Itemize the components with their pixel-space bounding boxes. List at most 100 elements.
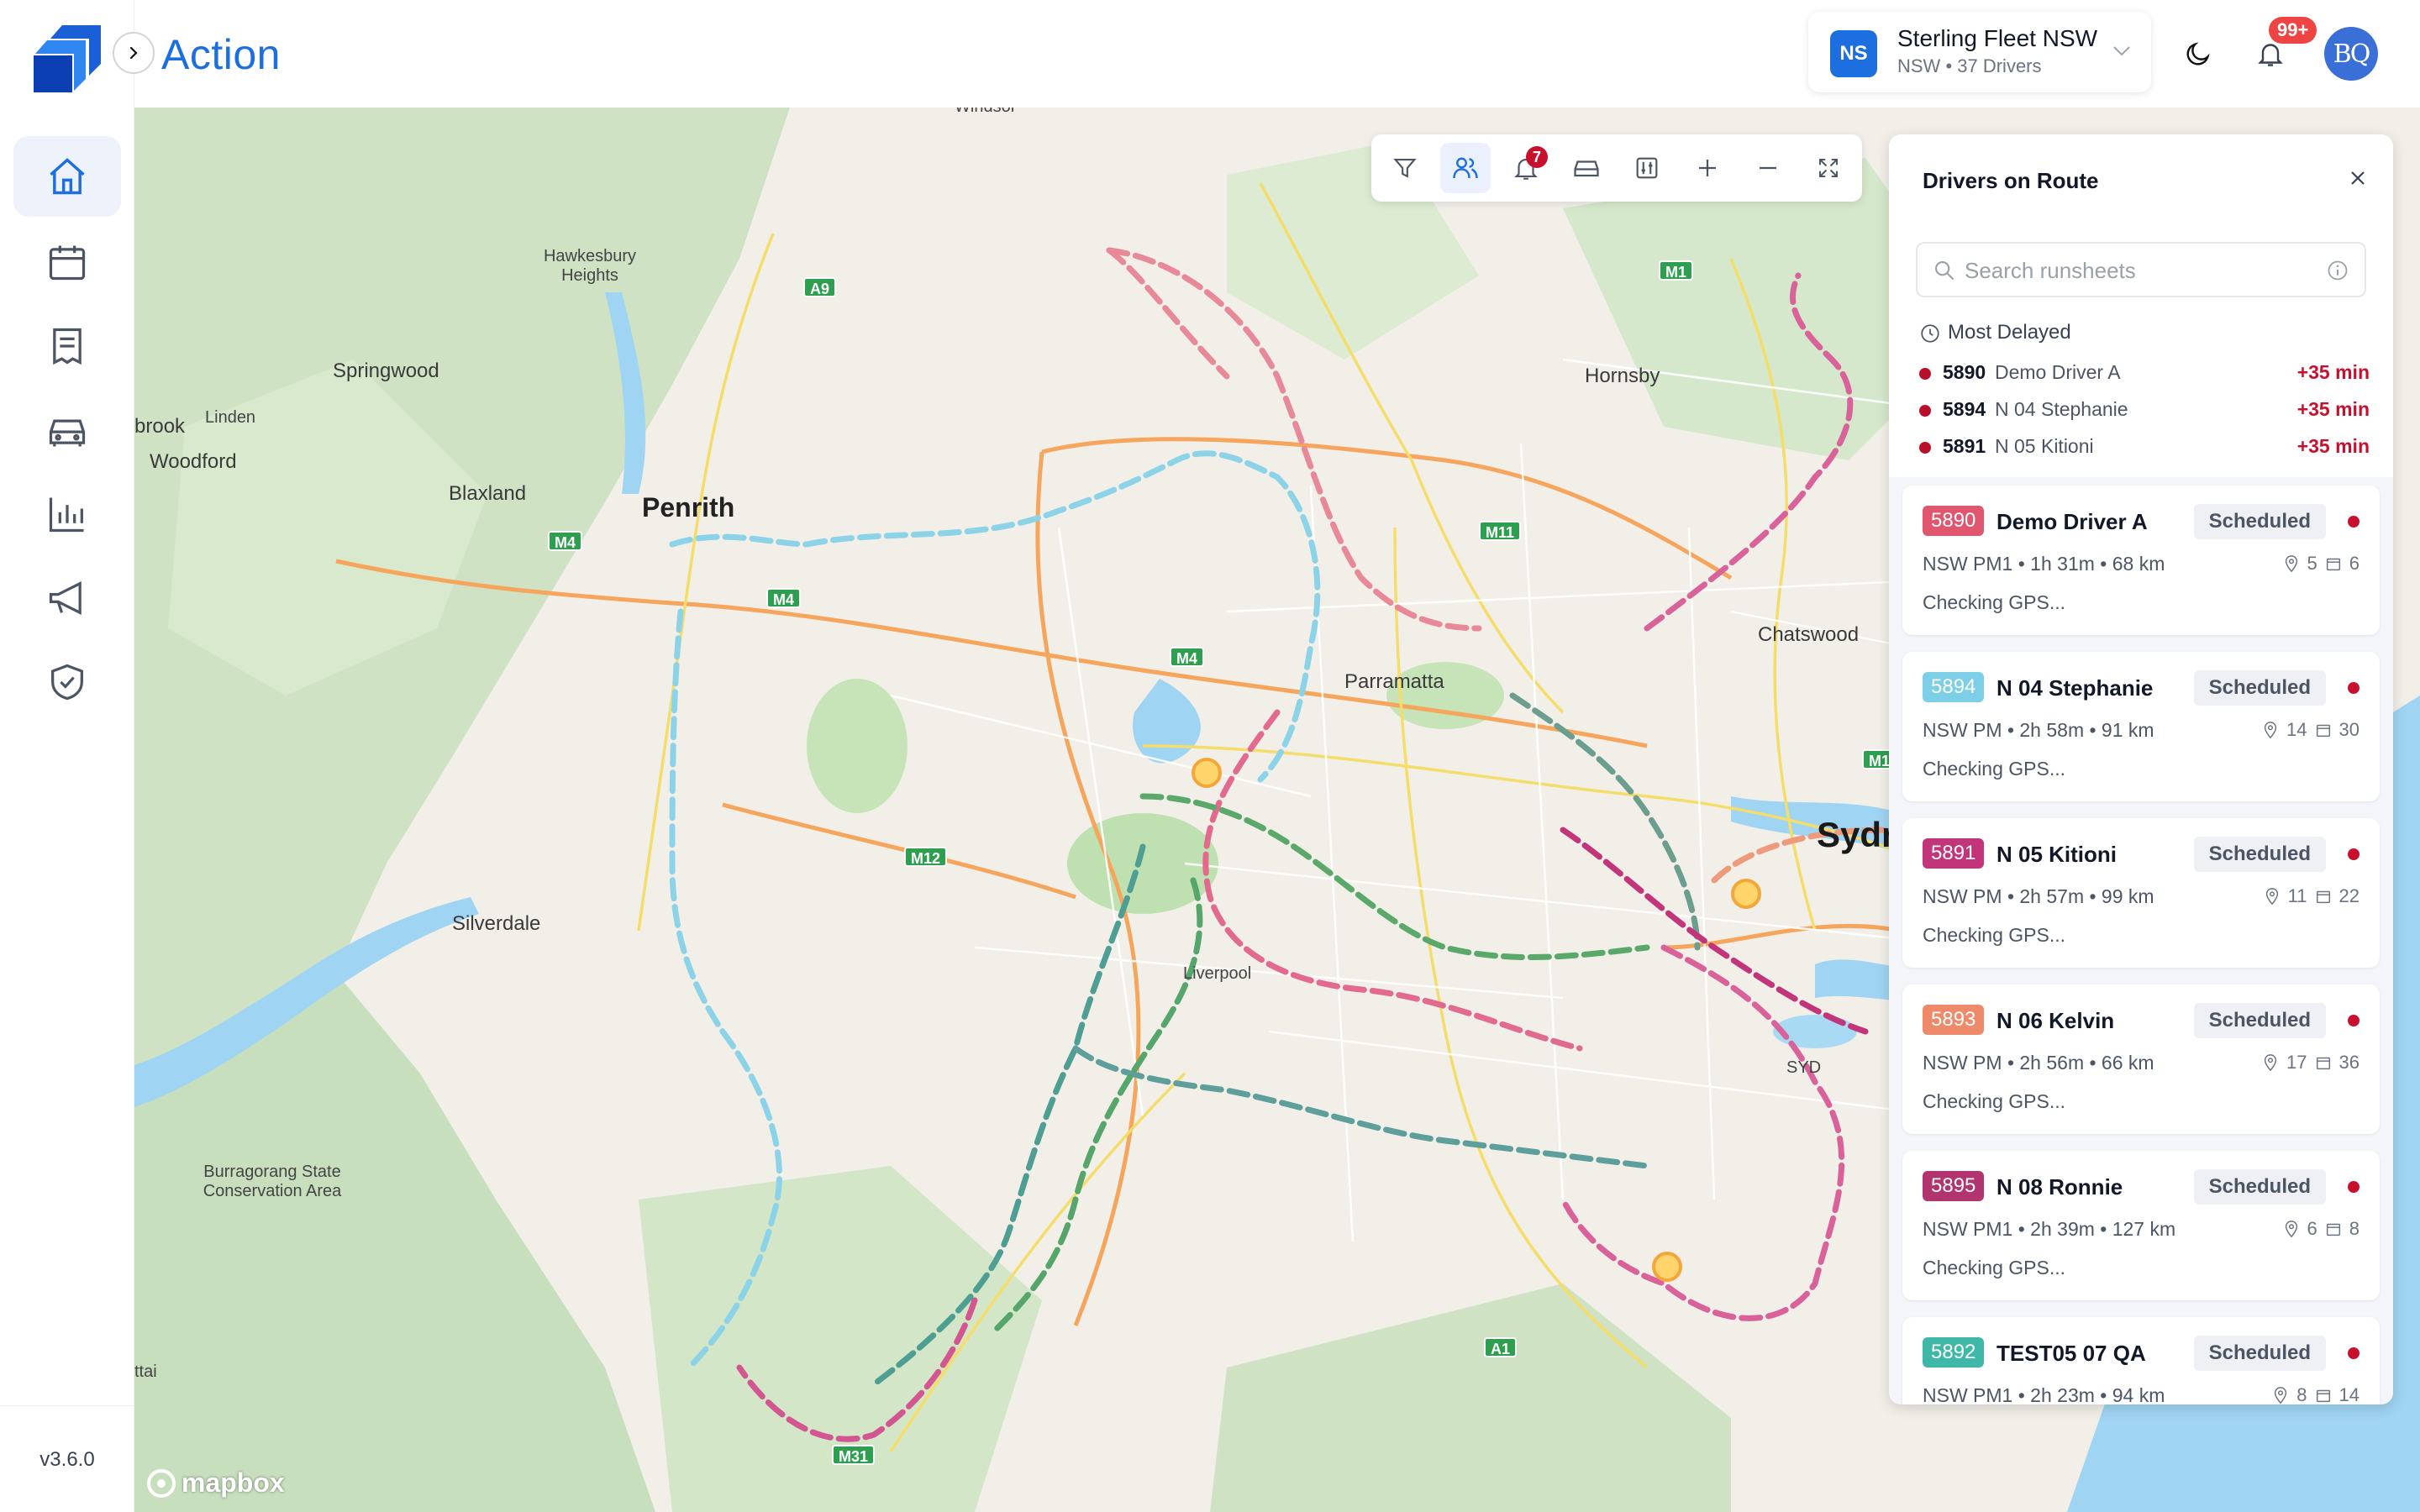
road-shield: A1	[1484, 1337, 1518, 1357]
zoom-out-button[interactable]	[1743, 143, 1793, 193]
filter-icon	[1393, 159, 1417, 178]
runsheet-badge: 5890	[1923, 506, 1985, 536]
stops-count: 5	[2307, 553, 2317, 574]
sidebar-toggle-button[interactable]	[113, 32, 155, 74]
page-title: Action	[161, 31, 281, 78]
document-icon	[53, 328, 82, 365]
alerts-button[interactable]: 7	[1501, 143, 1551, 193]
map-settings-button[interactable]	[1622, 143, 1672, 193]
status-badge: Scheduled	[2193, 670, 2326, 706]
map-label-blaxland: Blaxland	[449, 482, 527, 505]
map-label-springwood: Springwood	[333, 360, 439, 382]
items-count: 30	[2338, 719, 2360, 740]
delayed-row[interactable]: 5890 Demo Driver A +35 min	[1919, 358, 2370, 388]
car-icon	[1574, 160, 1599, 177]
sidebar-item-calendar[interactable]	[13, 222, 121, 302]
road-shield: A9	[803, 277, 837, 297]
theme-toggle-button[interactable]	[2175, 30, 2222, 77]
fleet-selector[interactable]: NS Sterling Fleet NSW NSW • 37 Drivers	[1808, 12, 2151, 92]
map-pin-icon	[2264, 1054, 2277, 1072]
sidebar-divider	[0, 1405, 134, 1406]
driver-name: Demo Driver A	[1996, 509, 2148, 534]
status-badge: Scheduled	[2193, 1003, 2326, 1038]
search-icon	[1935, 261, 1954, 281]
map-label-syd-airport: SYD	[1786, 1058, 1822, 1077]
delay-amount: +35 min	[2296, 435, 2370, 457]
sidebar-item-announcements[interactable]	[13, 558, 121, 638]
search-input[interactable]	[1965, 254, 2317, 287]
notification-count-badge: 99+	[2269, 17, 2317, 44]
status-dot	[2348, 848, 2360, 860]
sidebar-item-compliance[interactable]	[13, 642, 121, 722]
status-dot	[2348, 682, 2360, 694]
delayed-row[interactable]: 5891 N 05 Kitioni +35 min	[1919, 432, 2370, 462]
delayed-runsheet-number: 5894	[1943, 398, 1986, 420]
stops-count: 6	[2307, 1218, 2317, 1239]
sidebar-item-home[interactable]	[13, 136, 121, 217]
app-logo[interactable]	[30, 22, 104, 94]
stops-count: 11	[2287, 885, 2307, 906]
info-icon[interactable]	[2326, 259, 2349, 282]
route-stats: 11 22	[2263, 885, 2360, 907]
filter-button[interactable]	[1380, 143, 1430, 193]
route-meta: NSW PM • 2h 57m • 99 km	[1923, 885, 2154, 907]
drivers-layer-button[interactable]	[1440, 143, 1491, 193]
delayed-row[interactable]: 5894 N 04 Stephanie +35 min	[1919, 395, 2370, 425]
map-label-hawkesbury: Hawkesbury Heights	[543, 247, 637, 285]
driver-card[interactable]: 5893 N 06 Kelvin Scheduled NSW PM • 2h 5…	[1902, 984, 2380, 1134]
map-label-silverdale: Silverdale	[452, 912, 541, 935]
delay-amount: +35 min	[2296, 398, 2370, 420]
minus-icon	[1760, 166, 1776, 170]
driver-card[interactable]: 5890 Demo Driver A Scheduled NSW PM1 • 1…	[1902, 486, 2380, 635]
runsheet-search[interactable]	[1916, 242, 2366, 297]
stops-count: 8	[2296, 1384, 2307, 1404]
top-header: Action NS Sterling Fleet NSW NSW • 37 Dr…	[113, 0, 2420, 108]
package-icon	[2326, 1223, 2340, 1236]
zoom-in-button[interactable]	[1682, 143, 1733, 193]
runsheet-badge: 5893	[1923, 1005, 1985, 1035]
depot-marker[interactable]	[1192, 758, 1222, 788]
user-avatar[interactable]: BQ	[2324, 27, 2378, 81]
map-pin-icon	[2285, 555, 2297, 573]
items-count: 8	[2349, 1218, 2360, 1239]
driver-card[interactable]: 5892 TEST05 07 QA Scheduled NSW PM1 • 2h…	[1902, 1317, 2380, 1404]
delayed-runsheet-number: 5891	[1943, 435, 1986, 457]
route-stats: 14 30	[2261, 719, 2360, 741]
status-badge: Scheduled	[2193, 504, 2326, 539]
sidebar-item-runsheets[interactable]	[13, 306, 121, 386]
panel-title: Drivers on Route	[1923, 168, 2099, 193]
status-dot	[2348, 516, 2360, 528]
chevron-down-icon	[2113, 46, 2130, 56]
gps-status: Checking GPS...	[1923, 591, 2066, 613]
route-stats: 17 36	[2261, 1052, 2360, 1074]
route-meta: NSW PM • 2h 58m • 91 km	[1923, 719, 2154, 741]
driver-card[interactable]: 5891 N 05 Kitioni Scheduled NSW PM • 2h …	[1902, 818, 2380, 968]
expand-icon	[1819, 159, 1838, 177]
gps-status: Checking GPS...	[1923, 1257, 2066, 1278]
vehicles-layer-button[interactable]	[1561, 143, 1612, 193]
road-shield: M4	[1170, 647, 1205, 667]
route-meta: NSW PM • 2h 56m • 66 km	[1923, 1052, 2154, 1074]
clock-icon	[1921, 324, 1939, 343]
delayed-driver-name: Demo Driver A	[1995, 361, 2121, 383]
drivers-panel: Drivers on Route Most Delayed 5890 Demo …	[1889, 134, 2393, 1404]
shield-check-icon	[51, 664, 83, 701]
depot-marker[interactable]	[1652, 1252, 1682, 1282]
driver-card[interactable]: 5894 N 04 Stephanie Scheduled NSW PM • 2…	[1902, 652, 2380, 801]
items-count: 22	[2338, 885, 2360, 906]
map-pin-icon	[2265, 888, 2278, 906]
map-label-chatswood: Chatswood	[1758, 623, 1860, 646]
driver-card[interactable]: 5895 N 08 Ronnie Scheduled NSW PM1 • 2h …	[1902, 1151, 2380, 1300]
status-dot	[2348, 1181, 2360, 1193]
fullscreen-button[interactable]	[1803, 143, 1854, 193]
mapbox-attribution[interactable]: mapbox	[146, 1467, 285, 1499]
chevron-right-icon	[129, 46, 138, 60]
map-label-penrith: Penrith	[642, 492, 735, 522]
sidebar-item-reports[interactable]	[13, 474, 121, 554]
package-icon	[2316, 1057, 2330, 1070]
sidebar-item-vehicles[interactable]	[13, 390, 121, 470]
close-panel-button[interactable]	[2348, 168, 2368, 192]
status-dot	[2348, 1015, 2360, 1026]
alerts-count-badge: 7	[1526, 146, 1548, 168]
depot-marker[interactable]	[1731, 879, 1761, 909]
